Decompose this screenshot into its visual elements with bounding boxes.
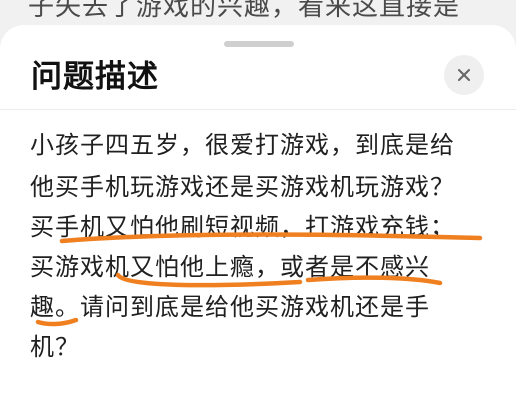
underline-mark — [115, 272, 303, 288]
underline-mark — [35, 317, 79, 327]
handwritten-underline-markup — [35, 232, 483, 327]
underline-mark — [305, 275, 443, 286]
underline-mark — [59, 232, 483, 244]
background-article-text: 子失去了游戏的兴趣，看来这直接是 — [28, 0, 461, 22]
question-description-sheet: 问题描述 小孩子四五岁，很爱打游戏，到底是给 他买手机玩游戏还是买游戏机玩游戏？… — [0, 25, 516, 400]
